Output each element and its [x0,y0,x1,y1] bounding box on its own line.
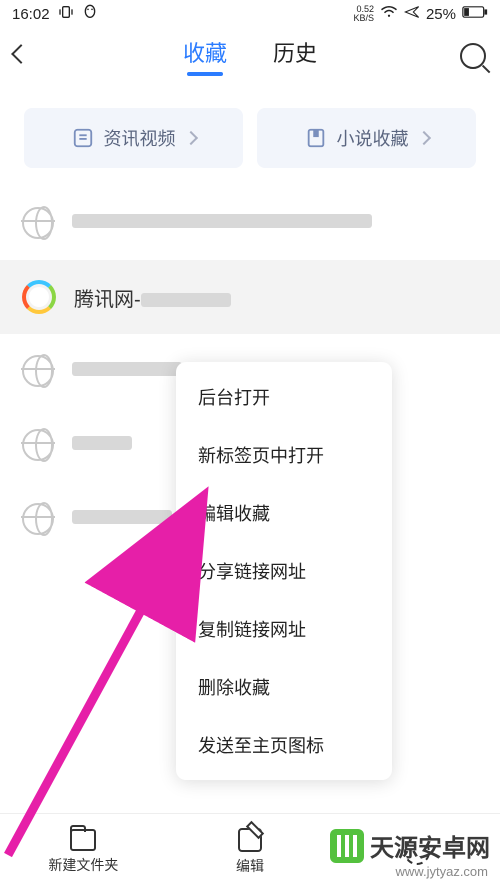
qq-app-icon [82,4,98,24]
battery-text: 25% [426,6,456,23]
menu-open-background[interactable]: 后台打开 [176,368,392,426]
item-title [72,214,372,233]
button-label: 新建文件夹 [48,855,118,875]
list-item[interactable] [0,186,500,260]
watermark-url: www.jytyaz.com [396,864,488,879]
edit-button[interactable]: 编辑 [167,828,334,876]
globe-icon [22,503,54,535]
category-novel[interactable]: 小说收藏 [257,108,476,168]
menu-open-new-tab[interactable]: 新标签页中打开 [176,426,392,484]
category-row: 资讯视频 小说收藏 [0,84,500,186]
vibrate-icon [58,4,74,24]
tencent-icon [22,280,56,314]
wifi-icon [380,5,398,23]
status-bar: 16:02 0.52 KB/S 25% [0,0,500,28]
watermark: 天源安卓网 [330,828,490,863]
category-label: 小说收藏 [337,125,409,151]
globe-icon [22,355,54,387]
tab-history[interactable]: 历史 [273,36,317,76]
item-title [72,362,182,381]
top-nav: 收藏 历史 [0,28,500,84]
menu-send-home-icon[interactable]: 发送至主页图标 [176,716,392,774]
menu-copy-link[interactable]: 复制链接网址 [176,600,392,658]
edit-icon [238,828,262,852]
novel-icon [305,127,327,149]
status-time: 16:02 [12,6,50,23]
menu-share-link[interactable]: 分享链接网址 [176,542,392,600]
menu-delete-favorite[interactable]: 删除收藏 [176,658,392,716]
new-folder-button[interactable]: 新建文件夹 [0,829,167,875]
menu-edit-favorite[interactable]: 编辑收藏 [176,484,392,542]
category-news-video[interactable]: 资讯视频 [24,108,243,168]
button-label: 编辑 [236,856,264,876]
item-title [72,510,172,529]
globe-icon [22,429,54,461]
search-icon [460,43,486,69]
globe-icon [22,207,54,239]
battery-icon [462,5,488,23]
back-button[interactable] [14,47,48,66]
search-button[interactable] [452,43,486,69]
network-speed: 0.52 KB/S [353,5,374,23]
chevron-right-icon [183,131,197,145]
item-title [72,436,132,455]
context-menu: 后台打开 新标签页中打开 编辑收藏 分享链接网址 复制链接网址 删除收藏 发送至… [176,362,392,780]
news-icon [72,127,94,149]
airplane-icon [404,4,420,24]
chevron-right-icon [416,131,430,145]
tab-favorites[interactable]: 收藏 [183,36,227,76]
folder-icon [70,829,96,851]
category-label: 资讯视频 [104,125,176,151]
back-icon [11,44,31,64]
list-item[interactable]: 腾讯网- [0,260,500,334]
watermark-logo-icon [330,829,364,863]
item-title: 腾讯网- [74,283,231,312]
watermark-brand: 天源安卓网 [370,828,490,863]
